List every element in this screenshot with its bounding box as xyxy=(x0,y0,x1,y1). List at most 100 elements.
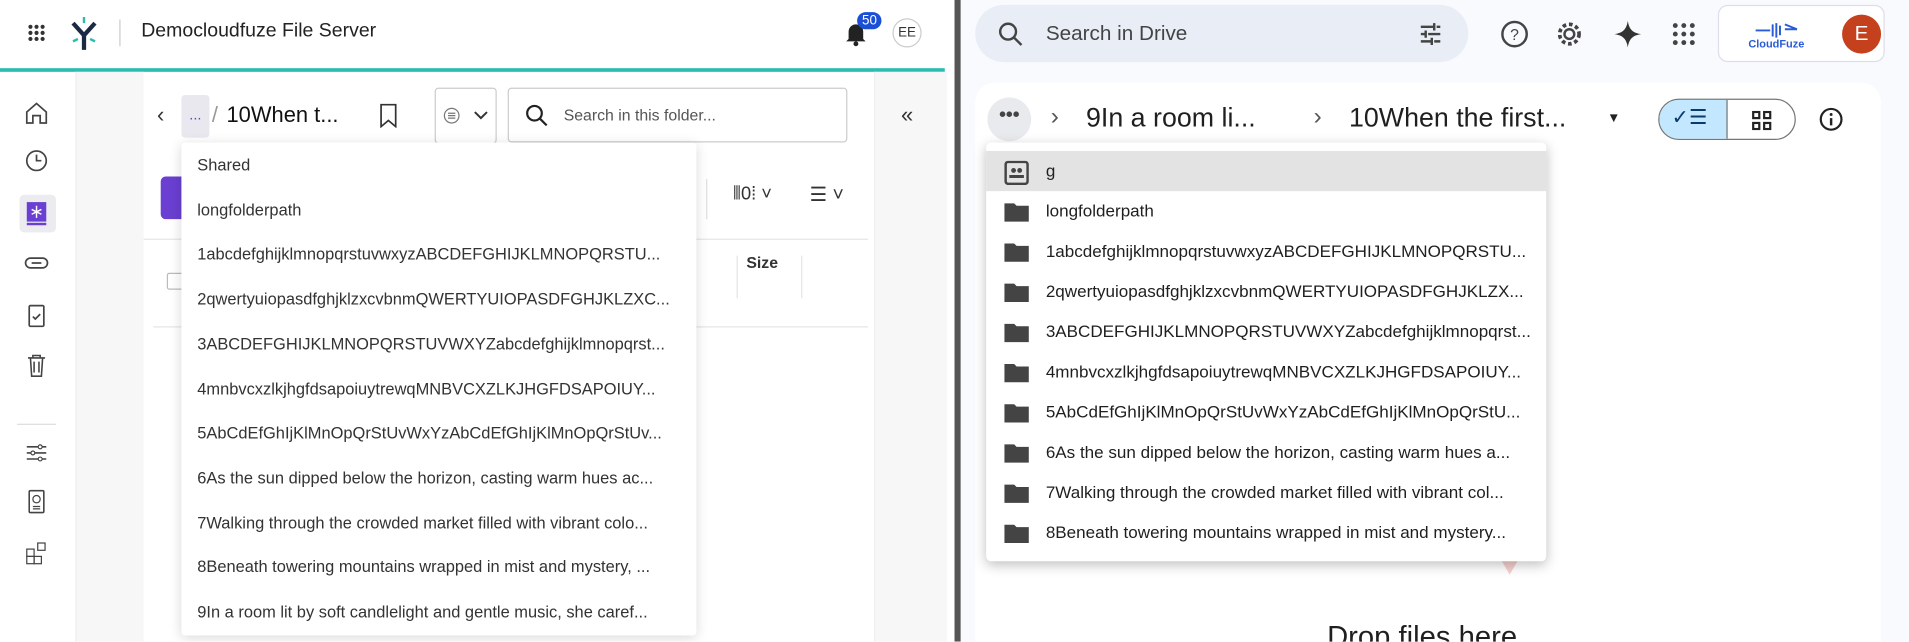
search-placeholder: Search in Drive xyxy=(1045,21,1188,46)
breadcrumb-menu-item[interactable]: 1abcdefghijklmnopqrstuvwxyzABCDEFGHIJKLM… xyxy=(986,231,1546,271)
breadcrumb-menu-item[interactable]: 9In a room lit by soft candlelight and g… xyxy=(197,603,647,621)
filter-dropdown[interactable] xyxy=(434,87,497,144)
breadcrumb-menu-item[interactable]: 3ABCDEFGHIJKLMNOPQRSTUVWXYZabcdefghijklm… xyxy=(986,312,1546,352)
link-icon[interactable] xyxy=(23,250,50,277)
menu-item-label: 7Walking through the crowded market fill… xyxy=(1045,482,1504,502)
bookmark-icon[interactable] xyxy=(379,103,398,128)
search-icon xyxy=(526,104,548,127)
menu-item-label: 8Beneath towering mountains wrapped in m… xyxy=(1045,522,1506,542)
breadcrumb-menu-item[interactable]: 1abcdefghijklmnopqrstuvwxyzABCDEFGHIJKLM… xyxy=(197,245,660,263)
sliders-icon[interactable] xyxy=(23,440,50,467)
shared-drive-icon xyxy=(1003,160,1030,186)
cloudfuze-logo-icon xyxy=(69,17,98,51)
folder-icon xyxy=(1003,482,1030,504)
breadcrumb-menu-item[interactable]: 6As the sun dipped below the horizon, ca… xyxy=(197,469,653,487)
breadcrumb-menu-item[interactable]: 8Beneath towering mountains wrapped in m… xyxy=(986,513,1546,553)
folder-icon xyxy=(1003,522,1030,544)
info-icon[interactable] xyxy=(1819,107,1843,131)
search-options-icon xyxy=(1420,23,1441,46)
integrations-icon[interactable] xyxy=(23,539,50,566)
help-icon[interactable]: ? xyxy=(1500,19,1529,48)
gemini-sparkle-icon[interactable] xyxy=(1613,19,1642,48)
chevron-down-icon xyxy=(474,111,488,120)
folder-icon xyxy=(1003,321,1030,343)
breadcrumb-menu-item[interactable]: 4mnbvcxzlkjhgfdsapoiuytrewqMNBVCXZLKJHGF… xyxy=(197,379,655,397)
breadcrumb-menu-item[interactable]: 4mnbvcxzlkjhgfdsapoiuytrewqMNBVCXZLKJHGF… xyxy=(986,352,1546,392)
breadcrumb-current: 10When t... xyxy=(226,102,339,127)
apps-grid-icon[interactable] xyxy=(27,23,46,42)
menu-item-label: g xyxy=(1045,160,1056,181)
chevron-right-icon: › xyxy=(1313,103,1322,131)
menu-item-label: 4mnbvcxzlkjhgfdsapoiuytrewqMNBVCXZLKJHGF… xyxy=(1045,361,1522,382)
breadcrumb-overflow-button[interactable]: ••• xyxy=(987,97,1032,142)
collapse-panel-icon[interactable]: « xyxy=(901,102,913,128)
divider xyxy=(801,255,803,299)
folder-icon xyxy=(1003,201,1030,223)
breadcrumb-menu-item[interactable]: 7Walking through the crowded market fill… xyxy=(197,513,648,531)
settings-icon[interactable] xyxy=(1555,19,1584,48)
list-view-button[interactable]: ✓☰ xyxy=(1659,99,1728,139)
breadcrumb-menu-item[interactable]: 5AbCdEfGhIjKlMnOpQrStUvWxYzAbCdEfGhIjKlM… xyxy=(197,424,662,442)
breadcrumb-menu-item[interactable]: g xyxy=(986,150,1547,192)
svg-text:?: ? xyxy=(1510,27,1519,44)
drive-search-input[interactable]: Search in Drive xyxy=(975,4,1469,63)
google-drive-app: Search in Drive ? CloudFuze E ••• › 9In … xyxy=(954,0,1909,642)
breadcrumb-menu-item[interactable]: longfolderpath xyxy=(986,191,1546,231)
google-apps-icon[interactable] xyxy=(1672,22,1696,46)
breadcrumb-separator: / xyxy=(211,102,218,127)
list-view-icon[interactable]: ☰ ˅ xyxy=(810,183,844,207)
divider xyxy=(706,178,708,220)
clipboard-check-icon[interactable] xyxy=(23,302,50,329)
back-chevron-icon[interactable]: ‹ xyxy=(157,102,164,128)
home-icon[interactable] xyxy=(23,100,50,127)
breadcrumb-menu-item[interactable]: 2qwertyuiopasdfghjklzxcvbnmQWERTYUIOPASD… xyxy=(986,272,1546,312)
view-toggle[interactable]: ✓☰ xyxy=(1658,98,1796,141)
folder-icon xyxy=(1003,402,1030,424)
divider xyxy=(119,19,121,47)
report-icon[interactable] xyxy=(23,488,50,515)
secondary-column xyxy=(75,71,144,642)
menu-item-label: longfolderpath xyxy=(1045,200,1154,221)
breadcrumb-menu-item[interactable]: 7Walking through the crowded market fill… xyxy=(986,472,1546,512)
notification-badge: 50 xyxy=(857,12,882,30)
menu-item-label: 1abcdefghijklmnopqrstuvwxyzABCDEFGHIJKLM… xyxy=(1045,241,1527,261)
search-icon xyxy=(998,22,1023,46)
collapse-column xyxy=(874,71,948,642)
sidebar-divider xyxy=(17,423,57,425)
app-title: Democloudfuze File Server xyxy=(141,20,377,42)
file-server-icon[interactable] xyxy=(23,200,50,227)
breadcrumb-menu-item[interactable]: Shared xyxy=(197,156,250,174)
size-column-header[interactable]: Size xyxy=(746,253,778,271)
avatar[interactable]: EE xyxy=(892,18,922,48)
divider xyxy=(736,255,738,299)
file-server-app: Democloudfuze File Server 50 EE « ‹ ... … xyxy=(0,0,948,642)
cloudfuze-logo-text: CloudFuze xyxy=(1748,37,1805,50)
breadcrumb-menu-item[interactable]: 6As the sun dipped below the horizon, ca… xyxy=(986,432,1546,472)
check-list-icon: ✓☰ xyxy=(1671,105,1708,130)
breadcrumb-menu-item[interactable]: 2qwertyuiopasdfghjklzxcvbnmQWERTYUIOPASD… xyxy=(197,290,670,308)
search-placeholder: Search in this folder... xyxy=(563,105,716,125)
breadcrumb-ellipsis-button[interactable]: ... xyxy=(181,94,210,138)
menu-item-label: 5AbCdEfGhIjKlMnOpQrStUvWxYzAbCdEfGhIjKlM… xyxy=(1045,401,1521,422)
breadcrumb-current[interactable]: 10When the first... xyxy=(1349,102,1566,134)
trash-icon[interactable] xyxy=(23,352,50,379)
account-avatar[interactable]: E xyxy=(1842,14,1882,54)
breadcrumb-menu-item[interactable]: 8Beneath towering mountains wrapped in m… xyxy=(197,558,650,576)
drop-files-text: Drop files here xyxy=(1327,620,1518,642)
cloudfuze-logo-icon xyxy=(1755,23,1798,38)
breadcrumb-menu-item[interactable]: longfolderpath xyxy=(197,201,301,219)
breadcrumb-parent[interactable]: 9In a room li... xyxy=(1086,102,1256,134)
clock-icon[interactable] xyxy=(23,147,50,174)
menu-item-label: 2qwertyuiopasdfghjklzxcvbnmQWERTYUIOPASD… xyxy=(1045,281,1524,301)
folder-icon xyxy=(1003,362,1030,384)
breadcrumb-dropdown-menu: Shared longfolderpath 1abcdefghijklmnopqrs… xyxy=(181,142,697,636)
folder-search-input[interactable]: Search in this folder... xyxy=(507,87,848,143)
columns-toggle-icon[interactable]: ⦀0⁞ ˅ xyxy=(733,184,772,205)
caret-down-icon[interactable]: ▼ xyxy=(1607,111,1620,126)
folder-icon xyxy=(1003,241,1030,263)
breadcrumb-menu-item[interactable]: 3ABCDEFGHIJKLMNOPQRSTUVWXYZabcdefghijklm… xyxy=(197,335,665,353)
breadcrumb-menu-item[interactable]: 5AbCdEfGhIjKlMnOpQrStUvWxYzAbCdEfGhIjKlM… xyxy=(986,392,1546,432)
chevron-right-icon: › xyxy=(1050,103,1059,131)
grid-view-icon xyxy=(1752,110,1772,131)
folder-icon xyxy=(1003,442,1030,464)
